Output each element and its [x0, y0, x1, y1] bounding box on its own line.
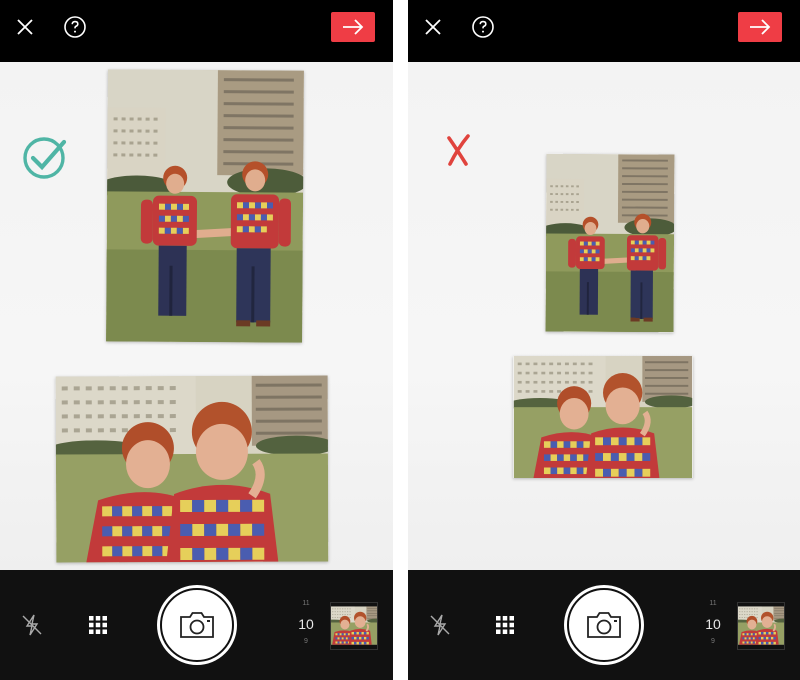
- next-button[interactable]: [331, 12, 375, 42]
- next-button[interactable]: [738, 12, 782, 42]
- help-icon: [64, 16, 86, 38]
- help-button[interactable]: [62, 14, 88, 40]
- grid-icon[interactable]: [494, 614, 516, 636]
- flash-off-icon[interactable]: [19, 612, 45, 638]
- counter-prev: 11: [709, 600, 717, 607]
- last-photo-thumbnail[interactable]: [737, 602, 785, 650]
- camera-icon: [587, 612, 621, 638]
- grid-icon[interactable]: [87, 614, 109, 636]
- top-bar: [0, 0, 393, 62]
- bottom-bar: 11 10 9: [408, 570, 800, 680]
- photo-portrait: [106, 69, 304, 342]
- photo-landscape: [56, 376, 329, 563]
- shutter-button[interactable]: [156, 585, 237, 665]
- close-icon: [17, 19, 33, 35]
- counter-value: 10: [298, 616, 314, 632]
- close-button[interactable]: [12, 14, 38, 40]
- photo-landscape: [513, 356, 693, 478]
- camera-viewfinder[interactable]: [408, 62, 800, 570]
- counter-next: 9: [304, 638, 308, 645]
- photo-portrait: [546, 154, 675, 333]
- close-icon: [425, 19, 441, 35]
- arrow-right-icon: [750, 19, 771, 35]
- camera-viewfinder[interactable]: [0, 62, 393, 570]
- photo-counter[interactable]: 11 10 9: [703, 600, 723, 650]
- close-button[interactable]: [420, 14, 446, 40]
- check-circle-icon: [23, 137, 67, 179]
- flash-off-icon[interactable]: [427, 612, 453, 638]
- help-icon: [472, 16, 494, 38]
- arrow-right-icon: [343, 19, 364, 35]
- counter-value: 10: [705, 616, 721, 632]
- camera-icon: [179, 612, 214, 638]
- counter-next: 9: [711, 638, 715, 645]
- shutter-button[interactable]: [564, 585, 644, 665]
- photo-counter[interactable]: 11 10 9: [296, 600, 316, 650]
- last-photo-thumbnail[interactable]: [330, 602, 378, 650]
- cross-icon: [447, 134, 470, 166]
- top-bar: [408, 0, 800, 62]
- camera-screen-rejected: 11 10 9: [408, 0, 800, 680]
- bottom-bar: 11 10 9: [0, 570, 393, 680]
- counter-prev: 11: [302, 600, 310, 607]
- camera-screen-accepted: 11 10 9: [0, 0, 393, 680]
- help-button[interactable]: [470, 14, 496, 40]
